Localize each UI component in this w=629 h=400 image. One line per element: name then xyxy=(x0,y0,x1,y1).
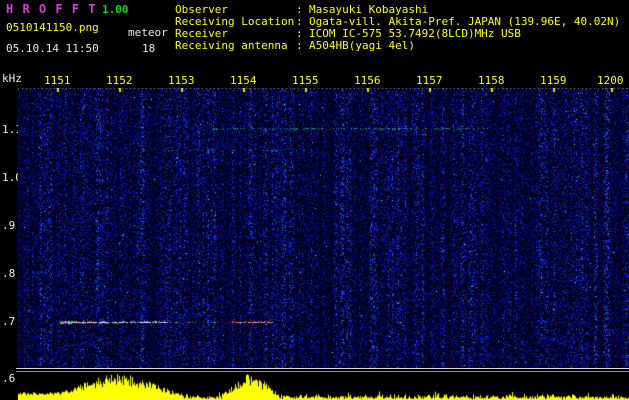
freq-tick-label: .8 xyxy=(2,267,16,280)
app-version: 1.00 xyxy=(102,3,129,16)
app-title: H R O F F T xyxy=(6,2,97,16)
time-tick-label: 1156 xyxy=(354,74,381,87)
info-value: A504HB(yagi 4el) xyxy=(309,39,415,52)
datetime-label: 05.10.14 11:50 xyxy=(6,42,99,55)
amplitude-canvas xyxy=(18,372,629,400)
time-tick-label: 1154 xyxy=(230,74,257,87)
time-tick-label: 1151 xyxy=(44,74,71,87)
freq-tick-label: .7 xyxy=(2,315,16,328)
freq-axis-unit: kHz xyxy=(2,72,22,85)
filename-label: 0510141150.png xyxy=(6,21,99,34)
time-tick-label: 1159 xyxy=(540,74,567,87)
freq-tick-label: .6 xyxy=(2,372,16,385)
mode-label: meteor xyxy=(128,26,168,39)
freq-tick-label: .9 xyxy=(2,219,16,232)
time-tick-label: 1155 xyxy=(292,74,319,87)
info-label: Receiving antenna xyxy=(175,39,288,52)
time-tick-label: 1157 xyxy=(416,74,443,87)
time-tick-label: 1152 xyxy=(106,74,133,87)
spectrogram-canvas xyxy=(18,88,629,368)
time-tick-label: 1153 xyxy=(168,74,195,87)
time-tick-label: 1200 xyxy=(597,74,624,87)
station-info: Observer: Masayuki Kobayashi Receiving Lo… xyxy=(175,4,620,52)
info-separator: : xyxy=(296,39,303,52)
time-tick-label: 1158 xyxy=(478,74,505,87)
header: H R O F F T 1.00 0510141150.png meteor 0… xyxy=(0,0,629,72)
echo-count: 18 xyxy=(142,42,156,55)
info-row-antenna: Receiving antenna: A504HB(yagi 4el) xyxy=(175,40,620,52)
separator-line-top xyxy=(16,368,629,369)
hrofft-window: { "header": { "app_title": "H R O F F T"… xyxy=(0,0,629,400)
